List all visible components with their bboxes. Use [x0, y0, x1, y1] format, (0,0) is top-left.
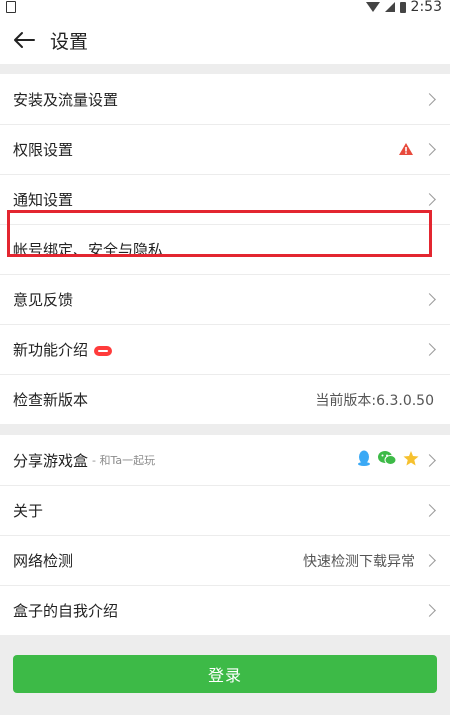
new-badge	[94, 345, 113, 356]
settings-item-label: 安装及流量设置	[13, 90, 119, 109]
warning-icon	[399, 141, 413, 159]
settings-item-box-intro[interactable]: 盒子的自我介绍	[0, 585, 450, 635]
chevron-right-icon	[423, 143, 436, 156]
settings-item-permissions[interactable]: 权限设置	[0, 124, 450, 174]
app-header: 设置	[0, 16, 450, 64]
settings-item-account-security-privacy[interactable]: 帐号绑定、安全与隐私	[0, 224, 450, 274]
chevron-right-icon	[423, 193, 436, 206]
battery-icon	[399, 1, 406, 13]
chevron-right-icon	[423, 453, 436, 467]
share-subtitle: - 和Ta一起玩	[92, 454, 156, 467]
wifi-icon	[365, 2, 380, 12]
settings-item-share[interactable]: 分享游戏盒 - 和Ta一起玩	[0, 435, 450, 485]
settings-item-label: 盒子的自我介绍	[13, 602, 119, 620]
settings-item-label: 意见反馈	[13, 291, 74, 309]
settings-item-label: 检查新版本	[13, 391, 89, 409]
settings-item-notifications[interactable]: 通知设置	[0, 174, 450, 224]
login-button[interactable]: 登录	[13, 655, 437, 693]
settings-item-new-features[interactable]: 新功能介绍	[0, 324, 450, 374]
chevron-right-icon	[423, 554, 436, 567]
settings-item-label: 网络检测	[13, 552, 74, 570]
login-area: 登录	[0, 635, 450, 693]
signal-icon	[384, 2, 395, 12]
chevron-right-icon	[423, 293, 436, 306]
settings-item-label: 分享游戏盒	[13, 451, 89, 470]
network-check-hint: 快速检测下载异常	[303, 553, 415, 570]
settings-item-feedback[interactable]: 意见反馈	[0, 274, 450, 324]
qzone-star-icon[interactable]	[403, 450, 419, 470]
chevron-right-icon	[423, 604, 436, 617]
settings-item-label: 权限设置	[13, 141, 74, 159]
back-arrow-icon[interactable]	[12, 30, 36, 50]
qq-icon[interactable]	[357, 450, 371, 470]
chevron-right-icon	[423, 504, 436, 517]
status-bar: 2:53	[0, 0, 450, 16]
settings-item-network-check[interactable]: 网络检测 快速检测下载异常	[0, 535, 450, 585]
settings-group-main: 安装及流量设置 权限设置 通知设置 帐号绑定、安全与隐私 意见反馈 新功能介绍 …	[0, 74, 450, 424]
status-time: 2:53	[410, 0, 442, 15]
settings-item-label: 关于	[13, 502, 44, 520]
wechat-icon[interactable]	[377, 450, 397, 470]
chevron-right-icon	[423, 343, 436, 356]
settings-item-check-update[interactable]: 检查新版本 当前版本:6.3.0.50	[0, 374, 450, 424]
settings-item-label: 帐号绑定、安全与隐私	[13, 241, 164, 259]
settings-group-secondary: 分享游戏盒 - 和Ta一起玩 关于 网络检测 快速检测下载异常 盒子的自我介绍	[0, 435, 450, 635]
chevron-right-icon	[423, 92, 436, 106]
status-icons: 2:53	[365, 0, 442, 15]
current-version: 当前版本:6.3.0.50	[315, 392, 434, 409]
settings-item-about[interactable]: 关于	[0, 485, 450, 535]
page-title: 设置	[50, 30, 89, 53]
settings-item-label: 通知设置	[13, 191, 74, 209]
share-icons	[357, 450, 419, 470]
settings-item-label: 新功能介绍	[13, 341, 89, 359]
settings-item-install-traffic[interactable]: 安装及流量设置	[0, 74, 450, 124]
notification-icon	[6, 1, 16, 13]
